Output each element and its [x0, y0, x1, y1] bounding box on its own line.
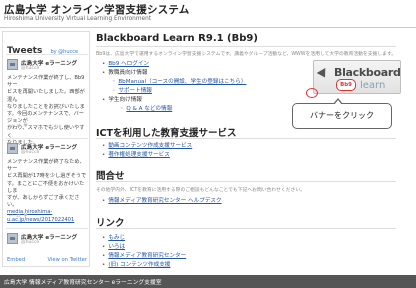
list-item[interactable]: (旧) コンテンツ作成支援 — [102, 261, 186, 270]
old-content-support-link[interactable]: (旧) コンテンツ作成支援 — [108, 262, 170, 268]
tweet-handle[interactable]: @hucce — [21, 150, 39, 155]
list-item[interactable]: 著作権処理支援サービス — [102, 151, 192, 160]
video-support-link[interactable]: 動画コンテンツ作成支援サービス — [108, 143, 192, 149]
avatar[interactable] — [7, 233, 18, 244]
intro-text: Bb9は、広島大学で運用するオンライン学習支援システムです。講義やグループ活動な… — [96, 52, 397, 57]
student-info-label: 学生向け情報 — [108, 97, 142, 103]
tweet[interactable]: 広島大学 eラーニング @hucce — [6, 233, 88, 253]
list-item[interactable]: もみじ — [102, 234, 186, 243]
divider — [6, 54, 88, 55]
copyright-support-link[interactable]: 著作権処理支援サービス — [108, 152, 170, 158]
bbmanual-link[interactable]: BbManual（コースの開設、学生の登録はこちら） — [118, 79, 246, 85]
site-title[interactable]: 広島大学 オンライン学習支援システム — [4, 2, 189, 17]
site-footer: 広島大学 情報メディア教育研究センター eラーニング支援室 — [0, 275, 416, 288]
qa-info-link[interactable]: Q & A などの情報 — [126, 106, 172, 112]
site-header: 広島大学 オンライン学習支援システム Hiroshima University … — [0, 0, 416, 28]
list-item[interactable]: 情報メディア教育研究センター ヘルプデスク — [102, 197, 221, 206]
tweet-actions[interactable]: ↩⇄♥ — [9, 213, 31, 219]
avatar[interactable] — [7, 59, 18, 70]
tweet-handle[interactable]: @hucce — [21, 66, 39, 71]
embed-link[interactable]: Embed — [7, 257, 25, 263]
list-item[interactable]: サポート情報 — [102, 87, 246, 96]
momiji-link[interactable]: もみじ — [108, 235, 125, 241]
timeline-footer: Embed View on Twitter — [7, 257, 87, 263]
version-badge: Bb9 — [336, 79, 356, 91]
media-center-link[interactable]: 情報メディア教育研究センター — [108, 253, 186, 259]
learn-logo: learn — [360, 80, 386, 91]
links-section-title: リンク — [96, 218, 125, 229]
tweet[interactable]: 広島大学 eラーニング @hucce メンテナンス作業が終了なため、サー ビス再… — [6, 143, 88, 229]
blackboard-banner[interactable]: Blackboard Bb9 learn — [313, 60, 401, 94]
contact-section-title: 問合せ — [96, 171, 125, 182]
callout-click-banner: バナーをクリック — [292, 98, 392, 129]
divider — [6, 138, 88, 139]
staff-info-label: 教職員向け情報 — [108, 70, 148, 76]
page-title: Blackboard Learn R9.1 (Bb9) — [96, 33, 258, 44]
helpdesk-link[interactable]: 情報メディア教育研究センター ヘルプデスク — [108, 198, 221, 204]
bb9-menu: Bb9 ヘログイン 教職員向け情報 BbManual（コースの開設、学生の登録は… — [102, 60, 246, 114]
tweet-text: メンテナンス作業が終了し、Bb9サー ビスを再開いたしました。西部が混ん なりま… — [7, 75, 85, 146]
bb9-login-link[interactable]: Bb9 ヘログイン — [108, 61, 149, 67]
tweet-handle[interactable]: @hucce — [21, 240, 39, 245]
footer-text: 広島大学 情報メディア教育研究センター eラーニング支援室 — [4, 280, 162, 286]
list-item: 学生向け情報 — [102, 96, 246, 105]
list-item[interactable]: Bb9 ヘログイン — [102, 60, 246, 69]
blackboard-logo: Blackboard — [334, 66, 401, 79]
support-info-link[interactable]: サポート情報 — [118, 88, 152, 94]
divider — [6, 228, 88, 229]
like-icon[interactable]: ♥ — [23, 123, 30, 129]
contact-links: 情報メディア教育研究センター ヘルプデスク — [102, 197, 221, 206]
tweet[interactable]: 広島大学 eラーニング @hucce メンテナンス作業が終了し、Bb9サー ビス… — [6, 59, 88, 146]
list-item[interactable]: BbManual（コースの開設、学生の登録はこちら） — [102, 78, 246, 87]
divider — [96, 138, 396, 139]
list-item: 教職員向け情報 — [102, 69, 246, 78]
site-subtitle: Hiroshima University Virtual Learning En… — [4, 16, 152, 22]
tweet-actions[interactable]: ↩⇄♥ — [9, 123, 31, 129]
avatar[interactable] — [7, 143, 18, 154]
view-on-twitter-link[interactable]: View on Twitter — [48, 257, 87, 263]
click-highlight — [306, 88, 318, 98]
divider — [96, 46, 396, 47]
divider — [96, 181, 396, 182]
iroha-link[interactable]: いろは — [108, 244, 125, 250]
divider — [96, 228, 396, 229]
cursor-pointer-icon — [316, 68, 330, 80]
like-icon[interactable]: ♥ — [23, 213, 30, 219]
ict-links: 動画コンテンツ作成支援サービス 著作権処理支援サービス — [102, 142, 192, 160]
ict-section-title: ICTを利用した教育支援サービス — [96, 128, 237, 139]
timeline-header: Tweets by @hucce — [7, 38, 78, 56]
list-item[interactable]: Q & A などの情報 — [102, 105, 246, 114]
external-links: もみじ いろは 情報メディア教育研究センター (旧) コンテンツ作成支援 — [102, 234, 186, 270]
list-item[interactable]: 動画コンテンツ作成支援サービス — [102, 142, 192, 151]
twitter-timeline: Tweets by @hucce 広島大学 eラーニング @hucce メンテナ… — [2, 31, 90, 267]
list-item[interactable]: いろは — [102, 243, 186, 252]
contact-text: その他学内外、ICTを教育に活用する際のご相談もどんなことでも下記へお問い合わせ… — [96, 188, 305, 193]
list-item[interactable]: 情報メディア教育研究センター — [102, 252, 186, 261]
